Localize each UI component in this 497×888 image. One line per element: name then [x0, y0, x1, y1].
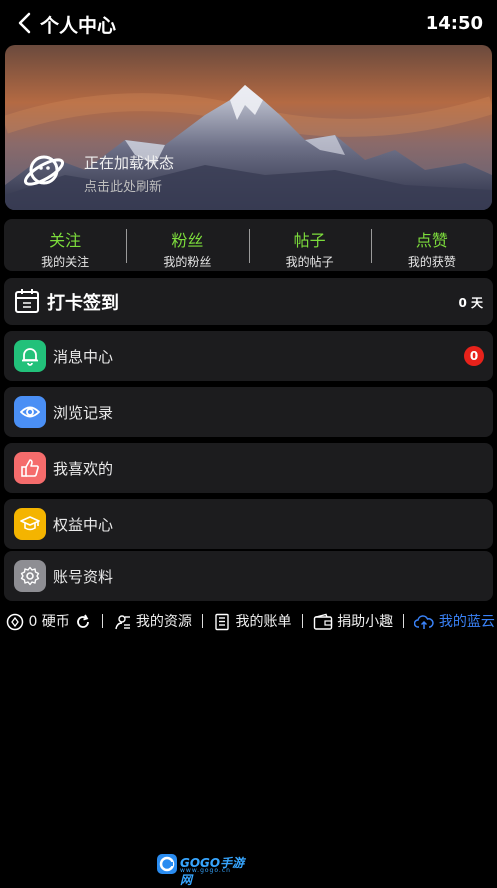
stat-posts[interactable]: 帖子 我的帖子 — [248, 219, 371, 271]
menu-label: 权益中心 — [53, 516, 114, 534]
menu-label: 浏览记录 — [53, 404, 114, 422]
refresh-hint-text: 点击此处刷新 — [84, 180, 163, 195]
planet-icon — [23, 155, 65, 186]
menu-item-history[interactable]: 浏览记录 — [4, 387, 493, 437]
menu-item-benefits[interactable]: 权益中心 — [4, 499, 493, 549]
eye-icon — [14, 396, 46, 428]
menu-item-messages[interactable]: 消息中心 0 — [4, 331, 493, 381]
resources-item[interactable]: 我的资源 — [113, 611, 192, 631]
bottom-shortcuts: 0 硬币 我的资源 我的账单 捐助小趣 我的蓝云 — [6, 610, 497, 632]
gogo-logo-icon — [157, 854, 177, 874]
menu-label: 我喜欢的 — [53, 460, 114, 478]
stat-following[interactable]: 关注 我的关注 — [4, 219, 126, 271]
graduation-cap-icon — [14, 508, 46, 540]
watermark-domain: www.gogo.cn — [180, 867, 231, 874]
mountain-background-image — [5, 45, 492, 210]
stat-followers[interactable]: 粉丝 我的粉丝 — [126, 219, 248, 271]
stat-title: 帖子 — [293, 231, 326, 250]
bill-icon — [215, 613, 229, 630]
coins-item[interactable]: 0 硬币 — [6, 611, 92, 631]
stat-label: 我的粉丝 — [163, 255, 212, 269]
bills-item[interactable]: 我的账单 — [213, 611, 292, 631]
stat-likes[interactable]: 点赞 我的获赞 — [370, 219, 493, 271]
page-title: 个人中心 — [40, 15, 117, 37]
thumbs-up-icon — [14, 452, 46, 484]
loading-status-text: 正在加载状态 — [84, 154, 175, 172]
divider — [102, 613, 104, 628]
unread-badge: 0 — [464, 346, 484, 366]
coin-icon — [6, 613, 24, 630]
stat-label: 我的获赞 — [407, 255, 456, 269]
refresh-icon[interactable] — [74, 613, 92, 631]
profile-banner[interactable]: 正在加载状态 点击此处刷新 — [5, 45, 492, 210]
donate-item[interactable]: 捐助小趣 — [313, 611, 393, 631]
checkin-label: 打卡签到 — [47, 293, 119, 314]
donate-label: 捐助小趣 — [337, 613, 394, 630]
stat-title: 粉丝 — [171, 231, 204, 250]
coins-label: 0 硬币 — [28, 613, 70, 630]
menu-label: 账号资料 — [53, 568, 114, 586]
stat-label: 我的关注 — [41, 255, 90, 269]
menu-item-account[interactable]: 账号资料 — [4, 551, 493, 601]
watermark-logo: GOGO手游网 www.gogo.cn — [156, 851, 256, 887]
calendar-icon — [15, 289, 39, 313]
status-time: 14:50 — [425, 13, 483, 34]
cloud-label: 我的蓝云 — [438, 613, 495, 630]
bell-icon — [14, 340, 46, 372]
checkin-card[interactable]: 打卡签到 0 天 — [4, 278, 493, 325]
top-bar: 个人中心 14:50 — [0, 0, 497, 44]
stat-title: 关注 — [49, 231, 82, 250]
wallet-icon — [313, 613, 332, 630]
stat-title: 点赞 — [415, 231, 448, 250]
divider — [202, 613, 203, 628]
user-list-icon — [115, 614, 131, 629]
gear-icon — [14, 560, 46, 592]
stat-label: 我的帖子 — [285, 255, 334, 269]
cloud-item[interactable]: 我的蓝云 — [414, 611, 495, 631]
menu-item-favorites[interactable]: 我喜欢的 — [4, 443, 493, 493]
bills-label: 我的账单 — [235, 613, 292, 630]
checkin-days: 0 天 — [458, 296, 483, 310]
cloud-upload-icon — [414, 614, 435, 629]
divider — [403, 613, 405, 628]
back-arrow-icon[interactable] — [14, 11, 36, 35]
menu-label: 消息中心 — [53, 348, 114, 366]
stats-bar: 关注 我的关注 粉丝 我的粉丝 帖子 我的帖子 点赞 我的获赞 — [4, 219, 493, 271]
resources-label: 我的资源 — [135, 613, 192, 630]
divider — [301, 613, 303, 628]
